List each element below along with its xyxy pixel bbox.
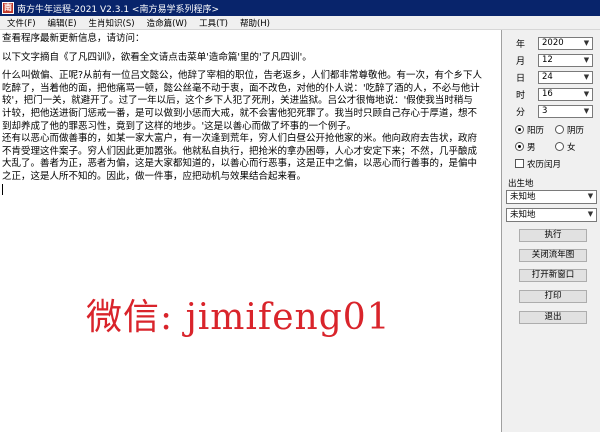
- text-line: 以下文字摘自《了凡四训》，欲看全文请点击菜单'造命篇'里的'了凡四训'。: [2, 51, 312, 63]
- chevron-down-icon: ▼: [583, 89, 590, 98]
- minute-row: 分 3 ▼: [503, 104, 600, 118]
- leap-month-checkbox[interactable]: [515, 159, 524, 168]
- day-row: 日 24 ▼: [503, 70, 600, 84]
- hour-row: 时 16 ▼: [503, 87, 600, 101]
- text-line: 吃醉了，当着他的面，把他痛骂一顿，懿公丝毫不动于衷，面不改色，对他的仆人说：'吃…: [2, 82, 480, 94]
- text-line: 查看程序最新更新信息，请访问：: [2, 33, 145, 44]
- text-line: 之正，这是人所不知的。因此，做一件事，应把动机与效果结合起来看。: [2, 170, 307, 182]
- chevron-down-icon: ▼: [587, 192, 594, 200]
- menu-edit[interactable]: 编辑(E): [42, 17, 83, 29]
- text-line: 大乱了。善者为正，恶者为偏，这是大家都知道的，以善心而行恶事，这是正中之偏，以恶…: [2, 158, 478, 170]
- menu-bar: 文件(F) 编辑(E) 生肖知识(S) 造命篇(W) 工具(T) 帮助(H): [0, 16, 600, 30]
- female-radio[interactable]: [555, 142, 564, 151]
- chevron-down-icon: ▼: [583, 106, 590, 115]
- lunar-radio[interactable]: [555, 125, 564, 134]
- text-line: 较'，把门一关，就避开了。过了一年以后，这个乡下人犯了死刑，关进监狱。吕公才很悔…: [2, 95, 473, 107]
- day-label: 日: [516, 73, 526, 84]
- text-area[interactable]: 查看程序最新更新信息，请访问： 以下文字摘自《了凡四训》，欲看全文请点击菜单'造…: [0, 30, 502, 432]
- text-line: 什么叫做偏、正呢?从前有一位吕文懿公，他辞了宰相的职位，告老返乡，人们都非常尊敬…: [2, 70, 483, 82]
- leap-month-label: 农历闰月: [527, 160, 562, 170]
- menu-tools[interactable]: 工具(T): [193, 17, 234, 29]
- execute-button[interactable]: 执行: [519, 229, 587, 242]
- year-row: 年 2020 ▼: [503, 36, 600, 50]
- year-select[interactable]: 2020 ▼: [538, 36, 593, 50]
- menu-zodiac-knowledge[interactable]: 生肖知识(S): [83, 17, 141, 29]
- hour-label: 时: [516, 90, 526, 101]
- text-line: 不肯受理这件案子。穷人们因此更加嚣张。他就私自执行，把抢米的拿办困辱，人心才安定…: [2, 145, 478, 157]
- lunar-label: 阴历: [567, 126, 585, 136]
- month-value: 12: [542, 54, 553, 65]
- text-caret: [2, 183, 3, 195]
- text-line: 计较，把他送进衙门惩戒一番，是可以做到小惩而大戒，就不会害他犯死罪了。我当时只顾…: [2, 107, 478, 119]
- app-window: 南 南方牛年运程-2021 V2.3.1 <南方易学系列程序> 文件(F) 编辑…: [0, 0, 600, 432]
- solar-radio[interactable]: [515, 125, 524, 134]
- month-label: 月: [516, 56, 526, 67]
- hour-value: 16: [542, 88, 553, 99]
- female-label: 女: [567, 143, 576, 153]
- chevron-down-icon: ▼: [583, 55, 590, 64]
- birthplace-province-value: 未知地: [510, 192, 536, 202]
- birthplace-select-city[interactable]: 未知地 ▼: [506, 208, 597, 222]
- minute-label: 分: [516, 107, 526, 118]
- birthplace-label: 出生地: [508, 179, 534, 189]
- month-select[interactable]: 12 ▼: [538, 53, 593, 67]
- birthplace-city-value: 未知地: [510, 210, 536, 220]
- day-value: 24: [542, 71, 553, 82]
- app-icon: 南: [2, 2, 14, 14]
- window-title: 南方牛年运程-2021 V2.3.1 <南方易学系列程序>: [17, 4, 220, 15]
- exit-button[interactable]: 退出: [519, 311, 587, 324]
- menu-help[interactable]: 帮助(H): [234, 17, 276, 29]
- chevron-down-icon: ▼: [587, 210, 594, 218]
- watermark-text: 微信: jimifeng01: [86, 297, 391, 338]
- menu-destiny[interactable]: 造命篇(W): [141, 17, 194, 29]
- menu-file[interactable]: 文件(F): [0, 17, 42, 29]
- birthplace-select-province[interactable]: 未知地 ▼: [506, 190, 597, 204]
- male-label: 男: [527, 143, 536, 153]
- year-label: 年: [516, 39, 526, 50]
- print-button[interactable]: 打印: [519, 290, 587, 303]
- title-bar: 南 南方牛年运程-2021 V2.3.1 <南方易学系列程序>: [0, 0, 600, 16]
- chevron-down-icon: ▼: [583, 72, 590, 81]
- text-line: 到却养成了他的罪恶习性，竟到了这样的地步。'这是以善心而做了坏事的一个例子。: [2, 120, 357, 132]
- minute-value: 3: [542, 105, 548, 116]
- text-line: 还有以恶心而做善事的，如某一家大富户，有一次逢到荒年，穷人们白昼公开抢他家的米。…: [2, 133, 478, 145]
- day-select[interactable]: 24 ▼: [538, 70, 593, 84]
- close-chart-button[interactable]: 关闭流年图: [519, 249, 587, 262]
- open-new-window-button[interactable]: 打开新窗口: [519, 269, 587, 282]
- solar-label: 阳历: [527, 126, 545, 136]
- chevron-down-icon: ▼: [583, 38, 590, 47]
- minute-select[interactable]: 3 ▼: [538, 104, 593, 118]
- text-content: 查看程序最新更新信息，请访问： 以下文字摘自《了凡四训》，欲看全文请点击菜单'造…: [2, 33, 498, 199]
- month-row: 月 12 ▼: [503, 53, 600, 67]
- control-panel: 年 2020 ▼ 月 12 ▼ 日 24 ▼ 时 16 ▼ 分 3 ▼ 阳历 阴…: [503, 30, 600, 432]
- hour-select[interactable]: 16 ▼: [538, 87, 593, 101]
- year-value: 2020: [542, 37, 564, 48]
- male-radio[interactable]: [515, 142, 524, 151]
